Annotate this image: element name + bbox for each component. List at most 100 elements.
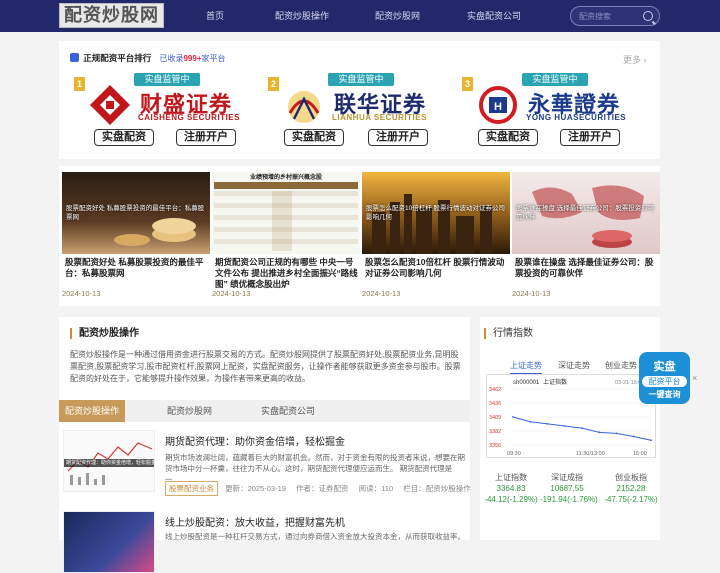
open-account-button[interactable]: 注册开户 — [176, 129, 236, 146]
chart-point — [546, 422, 549, 425]
nav-companies[interactable]: 实盘配资公司 — [467, 0, 521, 32]
real-trade-button[interactable]: 实盘配资 — [478, 129, 538, 146]
chart-point — [581, 427, 583, 429]
nav-operation[interactable]: 配资炒股操作 — [275, 0, 329, 32]
broker-english-name: YONG HUASECURITIES — [526, 113, 627, 122]
chart-ytick-label: 3436 — [489, 401, 501, 407]
news-date: 2024-10-13 — [62, 289, 101, 298]
index-chart: sh000001 上证指数 03-21 15:00 3462 3436 3409 3382 3… — [486, 374, 656, 458]
news-image-caption: 股票配资好处 私募股票投资的最佳平台：私募股票网 — [66, 205, 205, 221]
real-trade-button[interactable]: 实盘配资 — [284, 129, 344, 146]
news-title[interactable]: 股票谁在操盘 选择最佳证券公司：股票投资的可靠伙伴 — [515, 257, 659, 279]
news-card[interactable]: 股票配资好处 私募股票投资的最佳平台：私募股票网 股票配资好处 私募股票投资的最… — [62, 172, 210, 302]
chart-point — [615, 432, 618, 435]
broker-english-name: CAISHENG SECURITIES — [138, 113, 240, 122]
news-card[interactable]: 业绩预增的乡村振兴概念股 期货配资公司正规的有哪些 中央一号文件公布 提出推进乡… — [212, 172, 360, 302]
supervision-badge: 实盘监管中 — [134, 73, 200, 86]
chart-index-name: 上证指数 — [543, 378, 567, 386]
nav-home[interactable]: 首页 — [206, 0, 224, 32]
real-trade-button[interactable]: 实盘配资 — [94, 129, 154, 146]
chart-xtick-label: 15:00 — [633, 451, 647, 457]
floating-ad[interactable]: 实盘 配资平台 一键查询 — [639, 352, 690, 404]
news-date: 2024-10-13 — [362, 289, 401, 298]
index-value: 3364.83 — [496, 484, 526, 493]
article-meta: 股票配资业务 更新：2025-03-19 作者：证券配资 阅读：110 栏目：配… — [165, 481, 479, 496]
article-item[interactable]: 线上炒股配资：放大收益，把握财富先机 线上炒股配资是一种杠杆交易方式，通过向券商… — [63, 511, 468, 573]
rank-number: 3 — [462, 77, 473, 91]
tab-shanghai[interactable]: 上证走势 — [510, 360, 542, 374]
ranking-icon — [70, 53, 79, 62]
index-shanghai[interactable]: 上证指数 3364.83 -44.12(-1.29%) — [484, 472, 538, 505]
yonghua-logo-icon: H — [479, 86, 517, 124]
index-name: 上证指数 — [495, 473, 527, 482]
news-image-caption: 股票怎么配资10倍杠杆 股票行情波动对证券公司影响几何 — [366, 205, 506, 221]
article-date: 更新：2025-03-19 — [225, 484, 286, 493]
svg-text:H: H — [494, 101, 502, 113]
chart-ytick-label: 3356 — [489, 443, 501, 449]
more-link[interactable]: 更多 › — [623, 53, 647, 66]
broker-card-caisheng[interactable]: 1 实盘监管中 财盛证券 CAISHENG SECURITIES 实盘配资 注册… — [72, 73, 258, 151]
tab-operation[interactable]: 配资炒股操作 — [59, 400, 126, 422]
article-thumbnail-caption: 期货配资代理：助你资金倍增，轻松掘金 — [66, 460, 154, 466]
ranking-title: 正规配资平台排行 — [83, 53, 152, 63]
chart-ytick-label: 3409 — [489, 415, 501, 421]
broker-card-lianhua[interactable]: 2 实盘监管中 联华证券 LIANHUA SECURITIES 实盘配资 注册开… — [266, 73, 452, 151]
chart-xtick-label: 09:30 — [507, 451, 521, 457]
tab-companies[interactable]: 实盘配资公司 — [261, 400, 315, 422]
article-item[interactable]: 期货配资代理：助你资金倍增，轻松掘金 期货配资代理：助你资金倍增，轻松掘金 期货… — [63, 430, 471, 496]
chart-code: sh000001 — [513, 380, 540, 386]
tab-shenzhen[interactable]: 深证走势 — [558, 360, 590, 371]
article-tag[interactable]: 股票配资业务 — [165, 481, 218, 496]
rank-number: 2 — [268, 77, 279, 91]
news-thumbnail[interactable]: 股票配资好处 私募股票投资的最佳平台：私募股票网 — [62, 172, 210, 254]
chart-point — [512, 416, 514, 418]
count-value: 999+ — [183, 54, 202, 63]
open-account-button[interactable]: 注册开户 — [560, 129, 620, 146]
supervision-badge: 实盘监管中 — [522, 73, 588, 86]
article-thumbnail[interactable] — [63, 511, 155, 573]
search-input[interactable]: 配资搜索 — [570, 6, 660, 26]
intro-text: 配资炒股操作是一种通过借用资金进行股票交易的方式。配资炒股网提供了股票配资好处,… — [70, 350, 461, 383]
news-title[interactable]: 股票配资好处 私募股票投资的最佳平台：私募股票网 — [65, 257, 209, 279]
open-account-button[interactable]: 注册开户 — [368, 129, 428, 146]
chevron-right-icon: › — [643, 55, 647, 65]
tab-stock-site[interactable]: 配资炒股网 — [167, 400, 212, 422]
news-thumbnail[interactable]: 业绩预增的乡村振兴概念股 — [212, 172, 360, 254]
index-shenzhen[interactable]: 深证成指 10687.55 -191.94(-1.76%) — [540, 472, 598, 505]
chart-point — [650, 439, 652, 442]
search-icon[interactable] — [643, 11, 653, 21]
lianhua-logo-icon — [288, 91, 320, 123]
ad-line3: 一键查询 — [648, 390, 681, 399]
article-thumbnail[interactable]: 期货配资代理：助你资金倍增，轻松掘金 — [63, 430, 155, 492]
index-chinext[interactable]: 创业板指 2152.28 -47.75(-2.17%) — [604, 472, 658, 505]
article-title[interactable]: 期货配资代理：助你资金倍增，轻松掘金 — [165, 433, 345, 448]
top-navigation-bar: 配资炒股网 首页 配资炒股操作 配资炒股网 实盘配资公司 配资搜索 — [0, 0, 720, 32]
index-change: -191.94(-1.76%) — [540, 495, 598, 504]
chart-point — [529, 420, 532, 423]
news-card[interactable]: 股票怎么配资10倍杠杆 股票行情波动对证券公司影响几何 股票怎么配资10倍杠杆 … — [362, 172, 510, 302]
close-icon[interactable]: × — [692, 373, 697, 383]
article-tabs: 配资炒股操作 配资炒股网 实盘配资公司 — [59, 400, 470, 422]
news-thumbnail[interactable]: 股票怎么配资10倍杠杆 股票行情波动对证券公司影响几何 — [362, 172, 510, 254]
broker-card-yonghua[interactable]: 3 实盘监管中 H 永華證券 YONG HUASECURITIES 实盘配资 注… — [460, 73, 646, 151]
site-logo[interactable]: 配资炒股网 — [59, 3, 164, 28]
news-thumbnail[interactable]: 股票谁在操盘 选择最佳证券公司：股票投资的可靠伙伴 — [512, 172, 660, 254]
intro-title: 配资炒股操作 — [70, 328, 139, 339]
article-author: 作者：证券配资 — [296, 484, 349, 493]
news-card[interactable]: 股票谁在操盘 选择最佳证券公司：股票投资的可靠伙伴 股票谁在操盘 选择最佳证券公… — [512, 172, 660, 302]
ad-line2: 配资平台 — [642, 376, 687, 387]
tab-chinext[interactable]: 创业走势 — [605, 360, 637, 371]
supervision-badge: 实盘监管中 — [328, 73, 394, 86]
article-views: 阅读：110 — [358, 484, 394, 493]
index-tabs: 上证走势 深证走势 创业走势 — [486, 358, 656, 374]
article-title[interactable]: 线上炒股配资：放大收益，把握财富先机 — [165, 514, 345, 529]
index-name: 深证成指 — [551, 473, 583, 482]
news-title[interactable]: 股票怎么配资10倍杠杆 股票行情波动对证券公司影响几何 — [365, 257, 509, 279]
count-suffix: 家平台 — [201, 54, 226, 63]
index-change: -44.12(-1.29%) — [484, 495, 538, 504]
nav-stock-site[interactable]: 配资炒股网 — [375, 0, 420, 32]
chart-point — [598, 431, 601, 434]
caisheng-logo-icon — [90, 85, 130, 125]
news-title[interactable]: 期货配资公司正规的有哪些 中央一号文件公布 提出推进乡村全面振兴“路线图” 绩优… — [215, 257, 359, 290]
chart-xtick-label: 11:30/13:00 — [576, 451, 605, 457]
